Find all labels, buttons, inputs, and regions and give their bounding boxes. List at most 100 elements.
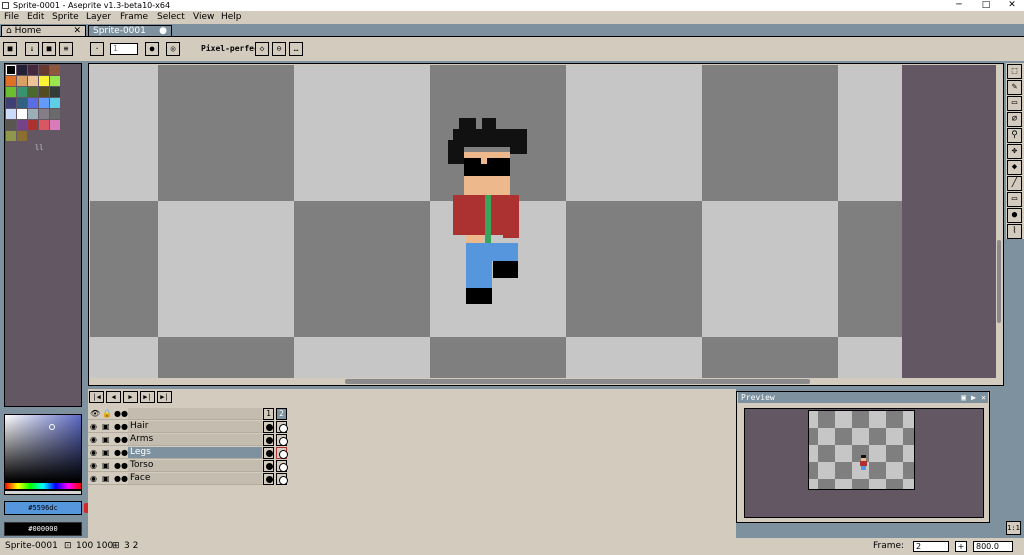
lock-icon[interactable]: ▣	[102, 473, 110, 484]
palette-swatch[interactable]	[28, 76, 38, 86]
pencil-tool-icon[interactable]: ✎	[1007, 80, 1022, 95]
minimize-button[interactable]: ─	[945, 0, 973, 11]
lock-icon[interactable]: ▣	[102, 421, 110, 432]
maximize-button[interactable]: □	[972, 0, 1000, 11]
continuous-icon[interactable]: ●●	[114, 473, 128, 484]
eye-icon[interactable]: ◉	[90, 434, 97, 445]
palette-swatch[interactable]	[17, 65, 27, 75]
palette-swatch[interactable]	[6, 87, 16, 97]
cel[interactable]	[276, 434, 288, 446]
palette-swatch[interactable]	[39, 120, 49, 130]
palette-swatch[interactable]	[28, 120, 38, 130]
ink-icon[interactable]: ●	[145, 42, 159, 56]
cel[interactable]	[276, 460, 288, 472]
cel[interactable]	[263, 421, 274, 433]
ellipse-tool-icon[interactable]: ●	[1007, 208, 1022, 223]
preview-close-icon[interactable]: ✕	[981, 392, 986, 403]
alpha-slider[interactable]	[4, 490, 82, 495]
eyedropper-tool-icon[interactable]: ⌀	[1007, 112, 1022, 127]
vertical-scrollbar[interactable]	[997, 240, 1001, 323]
palette-swatch[interactable]	[6, 76, 16, 86]
palette-swatch[interactable]	[50, 65, 60, 75]
blur-tool-icon[interactable]: ⌇	[1007, 224, 1022, 239]
brush-type-icon[interactable]: ·	[90, 42, 104, 56]
continuous-icon[interactable]: ●●	[114, 460, 128, 471]
menu-sprite[interactable]: Sprite	[52, 11, 79, 24]
palette-swatch[interactable]	[50, 98, 60, 108]
palette-swatch[interactable]	[17, 87, 27, 97]
palette-swatch[interactable]	[17, 131, 27, 141]
menu-frame[interactable]: Frame	[120, 11, 148, 24]
palette-swatch[interactable]	[28, 109, 38, 119]
cel[interactable]	[263, 447, 274, 459]
palette-swatch[interactable]	[50, 109, 60, 119]
layer-name[interactable]: Face	[128, 473, 262, 484]
menu-view[interactable]: View	[193, 11, 214, 24]
palette-swatch[interactable]	[50, 87, 60, 97]
arrow-down-icon[interactable]: ↓	[25, 42, 39, 56]
continuous-icon[interactable]: ●●	[114, 434, 128, 445]
next-frame-icon[interactable]: ▶|	[140, 391, 155, 403]
color-spectrum[interactable]	[4, 414, 82, 482]
menu-lines-icon[interactable]: ≡	[59, 42, 73, 56]
palette-swatch[interactable]	[28, 65, 38, 75]
palette-swatch[interactable]	[39, 87, 49, 97]
layer-row-legs[interactable]: ◉ ▣ ●● Legs	[88, 447, 263, 459]
move-tool-icon[interactable]: ✥	[1007, 144, 1022, 159]
palette-swatch[interactable]	[50, 76, 60, 86]
background-color-button[interactable]: #000000	[4, 522, 82, 536]
eye-icon[interactable]: ◉	[90, 473, 97, 484]
palette-swatch[interactable]	[6, 98, 16, 108]
last-frame-icon[interactable]: ▶|	[157, 391, 172, 403]
palette-swatch[interactable]	[39, 76, 49, 86]
close-window-button[interactable]: ✕	[998, 0, 1024, 11]
frame-number-input[interactable]: 2	[913, 541, 949, 552]
palette-swatch[interactable]	[39, 65, 49, 75]
first-frame-icon[interactable]: |◀	[89, 391, 104, 403]
cel[interactable]	[263, 434, 274, 446]
layer-row-face[interactable]: ◉ ▣ ●● Face	[88, 473, 263, 485]
menu-file[interactable]: File	[4, 11, 19, 24]
lock-header-icon[interactable]: 🔒	[102, 408, 112, 419]
rectangle-tool-icon[interactable]: ▭	[1007, 192, 1022, 207]
zoom-input[interactable]: 800.0	[973, 541, 1013, 552]
layer-name[interactable]: Arms	[128, 434, 262, 445]
hue-slider[interactable]	[4, 482, 82, 490]
palette-swatch[interactable]	[28, 98, 38, 108]
layer-name[interactable]: Legs	[128, 447, 262, 458]
continuous-icon[interactable]: ●●	[114, 421, 128, 432]
eraser-tool-icon[interactable]: ▭	[1007, 96, 1022, 111]
marquee-tool-icon[interactable]: ⬚	[1007, 64, 1022, 79]
palette-swatch[interactable]	[39, 109, 49, 119]
palette-swatch[interactable]	[28, 87, 38, 97]
eye-icon[interactable]: ◉	[90, 421, 97, 432]
pressure-icon[interactable]: ◎	[166, 42, 180, 56]
horizontal-scrollbar[interactable]	[345, 379, 810, 384]
cel[interactable]	[263, 473, 274, 485]
palette-swatch[interactable]	[6, 120, 16, 130]
layer-row-arms[interactable]: ◉ ▣ ●● Arms	[88, 434, 263, 446]
brush-size-field[interactable]: 1	[110, 43, 138, 55]
square-brush-icon[interactable]: ■	[42, 42, 56, 56]
frame-header-1[interactable]: 1	[263, 408, 274, 420]
palette-swatch[interactable]	[6, 131, 16, 141]
options-icon[interactable]: …	[289, 42, 303, 56]
lock-icon[interactable]: ■	[3, 42, 17, 56]
lock-icon[interactable]: ▣	[102, 434, 110, 445]
cel[interactable]	[276, 421, 288, 433]
continuous-icon[interactable]: ●●	[114, 447, 128, 458]
eye-icon[interactable]: ◉	[90, 447, 97, 458]
line-tool-icon[interactable]: ╱	[1007, 176, 1022, 191]
cel-selected[interactable]	[276, 447, 288, 459]
cel[interactable]	[276, 473, 288, 485]
menu-layer[interactable]: Layer	[86, 11, 111, 24]
layer-row-hair[interactable]: ◉ ▣ ●● Hair	[88, 421, 263, 433]
symmetry-h-icon[interactable]: ⊖	[272, 42, 286, 56]
layer-name[interactable]: Hair	[128, 421, 262, 432]
preview-play-icon[interactable]: ▶	[971, 392, 976, 403]
zoom-tool-icon[interactable]: ⚲	[1007, 128, 1022, 143]
menu-help[interactable]: Help	[221, 11, 242, 24]
palette-swatch[interactable]	[6, 109, 16, 119]
play-icon[interactable]: ▶	[123, 391, 138, 403]
eye-icon[interactable]: ◉	[90, 460, 97, 471]
